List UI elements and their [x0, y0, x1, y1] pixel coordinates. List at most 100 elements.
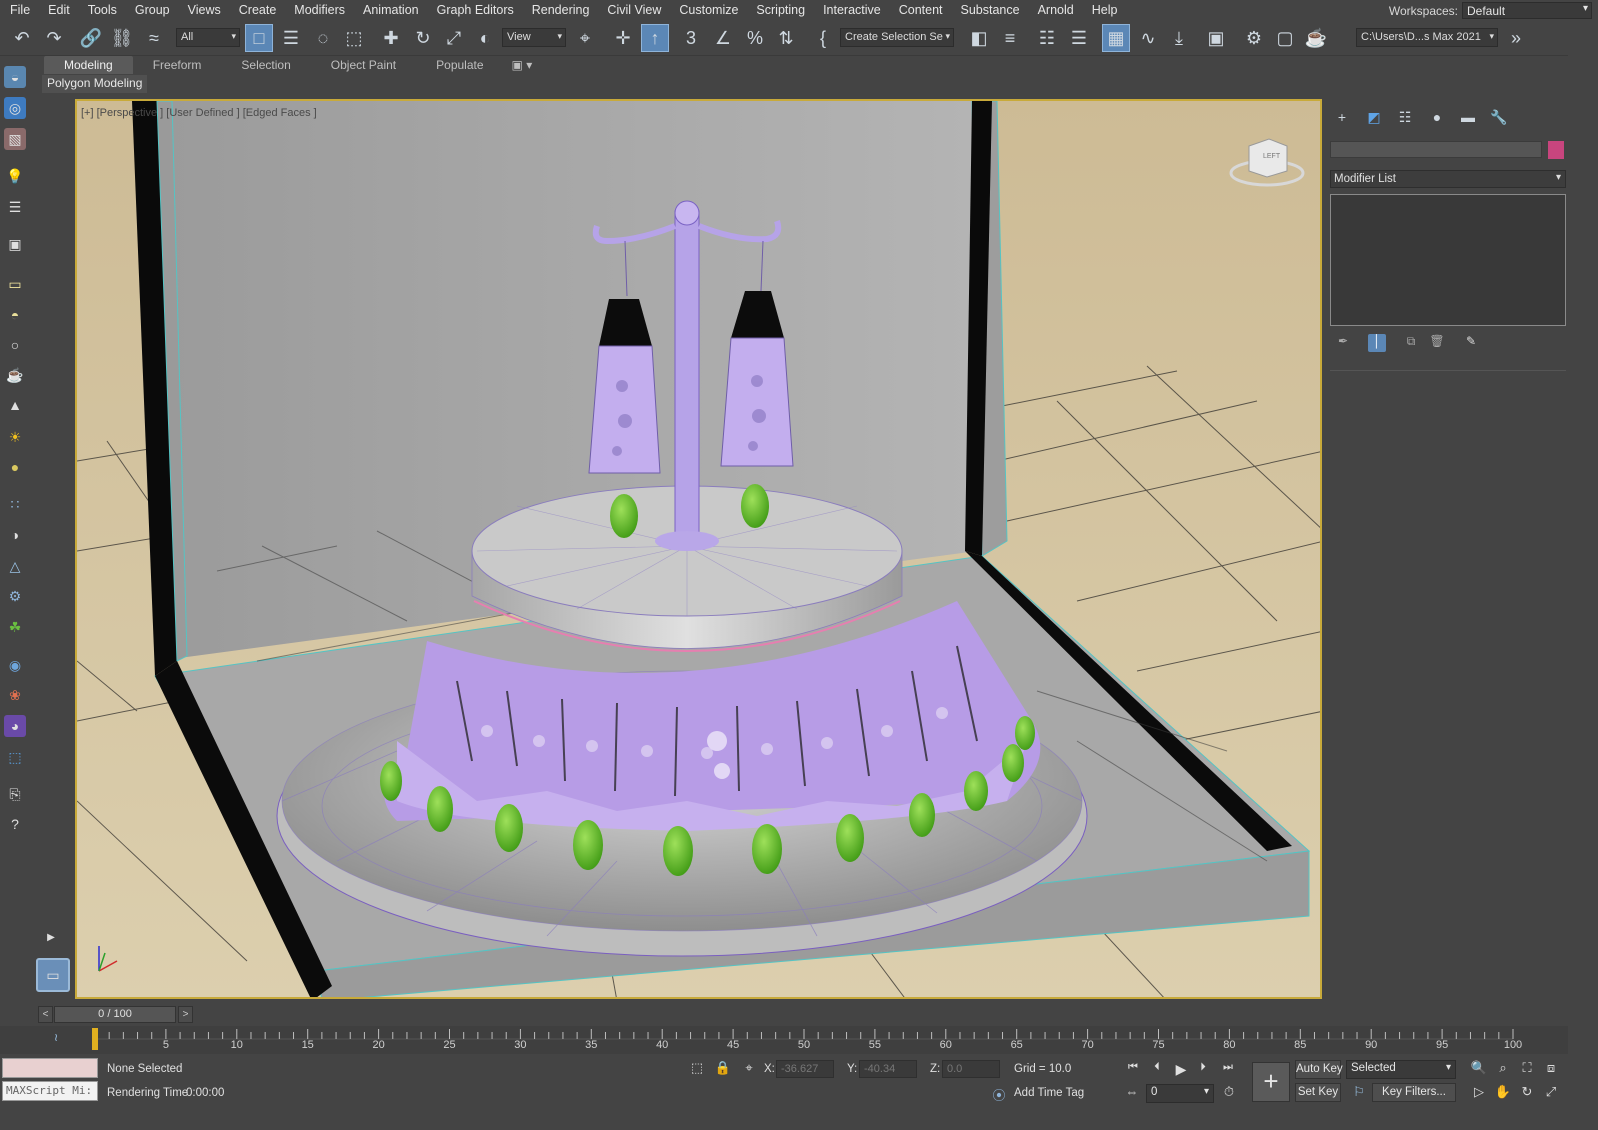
- align-icon[interactable]: ≡: [996, 24, 1024, 52]
- polygon-modeling-panel[interactable]: Polygon Modeling: [42, 75, 148, 93]
- maxscript-listener-output[interactable]: [2, 1058, 98, 1078]
- workspace-dropdown[interactable]: Default: [1462, 2, 1592, 19]
- bind-space-warp-icon[interactable]: ≈: [140, 24, 168, 52]
- track-view-icon[interactable]: ☰: [4, 196, 26, 218]
- add-time-tag[interactable]: Add Time Tag: [1014, 1087, 1084, 1099]
- spinner-snap-icon[interactable]: ⇅: [772, 24, 800, 52]
- expand-arrow-icon[interactable]: ▶: [40, 926, 62, 948]
- render-region-icon[interactable]: ⬚: [4, 746, 26, 768]
- play-icon[interactable]: ▶: [1171, 1061, 1191, 1077]
- link-icon[interactable]: 🔗: [77, 24, 105, 52]
- rotate-icon[interactable]: ↻: [409, 24, 437, 52]
- menu-animation[interactable]: Animation: [354, 0, 428, 20]
- open-mini-curve-editor-icon[interactable]: ≀: [54, 1031, 58, 1044]
- material-editor-icon[interactable]: ▣: [1202, 24, 1230, 52]
- go-to-end-icon[interactable]: ⏭: [1218, 1061, 1238, 1077]
- pivot-center-icon[interactable]: ⌖: [571, 24, 599, 52]
- menu-substance[interactable]: Substance: [952, 0, 1029, 20]
- zoom-extents-all-icon[interactable]: ⧈: [1542, 1060, 1560, 1078]
- viewport-label[interactable]: [+] [Perspective ] [User Defined ] [Edge…: [81, 107, 317, 119]
- ribbon-tab-selection[interactable]: Selection: [221, 56, 310, 74]
- selection-region-icon[interactable]: ◌: [309, 24, 337, 52]
- sphere-icon[interactable]: ○: [4, 334, 26, 356]
- create-geometry-icon[interactable]: ◒: [4, 66, 26, 88]
- menu-modifiers[interactable]: Modifiers: [285, 0, 354, 20]
- auto-key-button[interactable]: Auto Key: [1295, 1060, 1343, 1079]
- toggle-ribbon-icon[interactable]: ▦: [1102, 24, 1130, 52]
- orbit-icon[interactable]: ↻: [1518, 1084, 1536, 1102]
- hierarchy-tab-icon[interactable]: ☷: [1394, 109, 1416, 129]
- menu-customize[interactable]: Customize: [670, 0, 747, 20]
- ribbon-tab-modeling[interactable]: Modeling: [44, 56, 133, 74]
- camera-icon[interactable]: ▣: [4, 233, 26, 255]
- previous-frame-arrow-icon[interactable]: <: [38, 1006, 53, 1023]
- x-coordinate-field[interactable]: -36.627: [776, 1060, 834, 1078]
- hemisphere-icon[interactable]: ◓: [4, 304, 26, 326]
- isolate-selection-icon[interactable]: ⬚: [688, 1060, 706, 1078]
- render-setup-icon[interactable]: ⚙: [1240, 24, 1268, 52]
- menu-interactive[interactable]: Interactive: [814, 0, 890, 20]
- time-slider-thumb[interactable]: 0 / 100: [54, 1006, 176, 1023]
- next-frame-arrow-icon[interactable]: >: [178, 1006, 193, 1023]
- environment-sphere-icon[interactable]: ◉: [4, 654, 26, 676]
- substance-icon[interactable]: ◕: [4, 715, 26, 737]
- placement-icon[interactable]: ◐: [471, 24, 499, 52]
- select-object-icon[interactable]: □: [245, 24, 273, 52]
- teapot-icon[interactable]: ☕: [4, 364, 26, 386]
- menu-tools[interactable]: Tools: [79, 0, 126, 20]
- schematic-view-icon[interactable]: ⤓: [1165, 24, 1193, 52]
- make-unique-icon[interactable]: ⧉: [1402, 334, 1420, 352]
- light-bulb-icon[interactable]: 💡: [4, 165, 26, 187]
- key-mode-dropdown[interactable]: Selected: [1346, 1060, 1456, 1079]
- angle-snap-icon[interactable]: ∠: [709, 24, 737, 52]
- clipboard-icon[interactable]: ⎘: [4, 783, 26, 805]
- modify-tab-icon[interactable]: ◩: [1363, 109, 1385, 129]
- display-tab-icon[interactable]: ▬: [1457, 109, 1479, 129]
- motion-tab-icon[interactable]: ●: [1426, 109, 1448, 129]
- utilities-tab-icon[interactable]: 🔧: [1488, 109, 1510, 129]
- scene-explorer-icon[interactable]: ◎: [4, 97, 26, 119]
- menu-graph-editors[interactable]: Graph Editors: [428, 0, 523, 20]
- modifier-list-dropdown[interactable]: Modifier List: [1330, 170, 1566, 188]
- redo-icon[interactable]: ↷: [40, 24, 68, 52]
- maxscript-mini-listener-input[interactable]: MAXScript Mi:: [2, 1081, 98, 1101]
- next-frame-icon[interactable]: ⏵: [1193, 1061, 1213, 1077]
- material-sphere-icon[interactable]: ●: [4, 456, 26, 478]
- key-mode-toggle-icon[interactable]: ⇔: [1123, 1084, 1141, 1102]
- toggle-scene-explorer-icon[interactable]: ☷: [1033, 24, 1061, 52]
- select-manipulate-icon[interactable]: ✛: [609, 24, 637, 52]
- modifier-stack[interactable]: [1330, 194, 1566, 326]
- menu-rendering[interactable]: Rendering: [523, 0, 599, 20]
- move-icon[interactable]: ✚: [377, 24, 405, 52]
- scale-icon[interactable]: ⤢: [440, 24, 468, 52]
- set-keys-icon[interactable]: +: [1252, 1062, 1290, 1102]
- selection-filter-dropdown[interactable]: All: [176, 28, 240, 47]
- absolute-mode-icon[interactable]: ⌖: [740, 1060, 758, 1078]
- time-tag-icon[interactable]: ⦿: [990, 1085, 1008, 1103]
- zoom-icon[interactable]: 🔍: [1470, 1060, 1488, 1078]
- key-filters-icon[interactable]: ⚐: [1350, 1084, 1368, 1102]
- shader-icon[interactable]: ◑: [4, 524, 26, 546]
- named-selection-dropdown[interactable]: Create Selection Se: [840, 28, 954, 47]
- particles-icon[interactable]: ∷: [4, 493, 26, 515]
- undo-icon[interactable]: ↶: [8, 24, 36, 52]
- object-name-field[interactable]: [1330, 141, 1542, 158]
- menu-arnold[interactable]: Arnold: [1029, 0, 1083, 20]
- zoom-all-icon[interactable]: ⌕: [1494, 1060, 1512, 1078]
- set-key-button[interactable]: Set Key: [1295, 1083, 1341, 1102]
- layer-explorer-icon[interactable]: ☰: [1065, 24, 1093, 52]
- select-by-name-icon[interactable]: ☰: [277, 24, 305, 52]
- window-crossing-icon[interactable]: ⬚: [340, 24, 368, 52]
- toolbar-overflow-icon[interactable]: »: [1502, 24, 1530, 52]
- y-coordinate-field[interactable]: -40.34: [859, 1060, 917, 1078]
- rendered-frame-window-icon[interactable]: ▢: [1271, 24, 1299, 52]
- zoom-extents-icon[interactable]: ⛶: [1518, 1060, 1536, 1078]
- cone-icon[interactable]: ▲: [4, 394, 26, 416]
- help-icon[interactable]: ?: [4, 813, 26, 835]
- go-to-start-icon[interactable]: ⏮: [1123, 1061, 1143, 1077]
- menu-edit[interactable]: Edit: [39, 0, 79, 20]
- mirror-icon[interactable]: ◧: [965, 24, 993, 52]
- image-viewer-icon[interactable]: ▧: [4, 128, 26, 150]
- plane-icon[interactable]: ▭: [4, 273, 26, 295]
- snaps-toggle-icon[interactable]: 3: [677, 24, 705, 52]
